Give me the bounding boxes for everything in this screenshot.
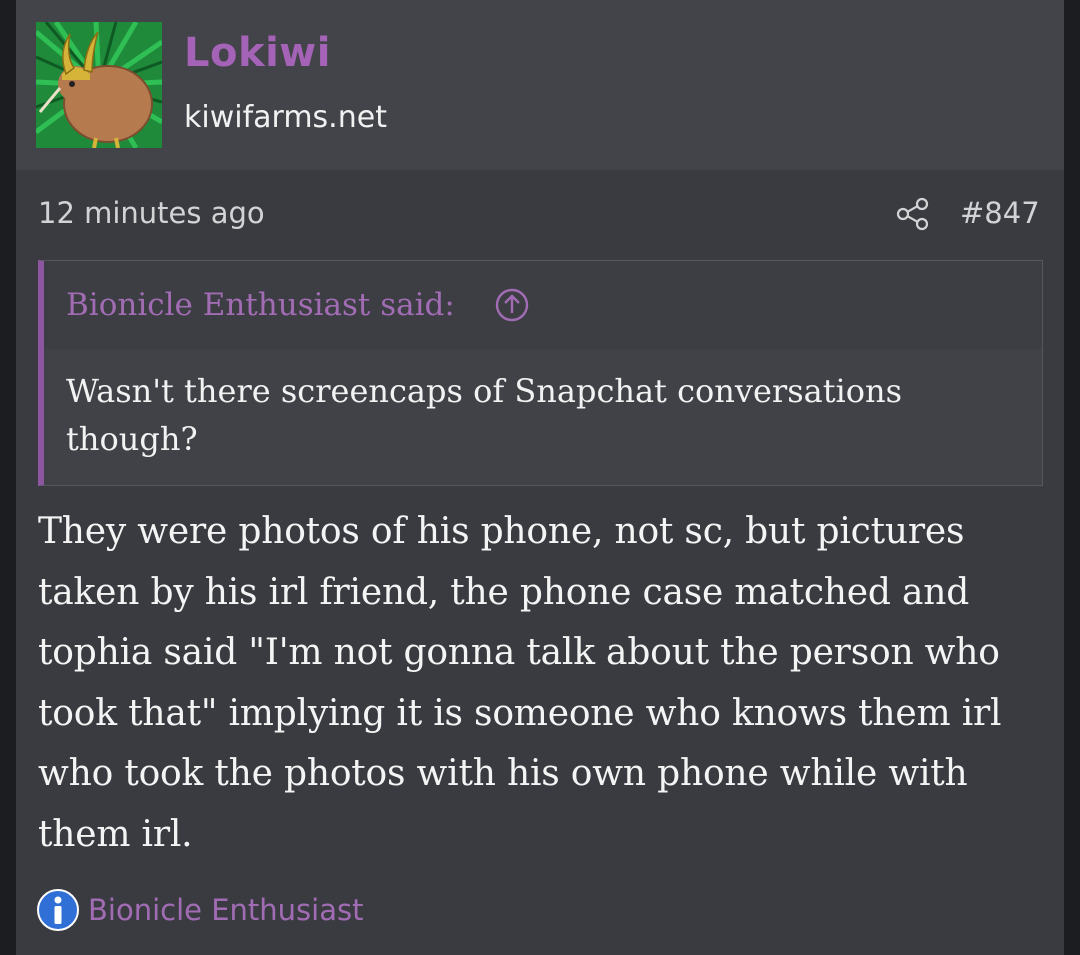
- kiwi-avatar-icon: [36, 22, 162, 148]
- user-avatar[interactable]: [36, 22, 162, 148]
- post-timestamp[interactable]: 12 minutes ago: [38, 196, 265, 230]
- forum-post: Lokiwi kiwifarms.net 12 minutes ago #847…: [16, 0, 1064, 955]
- info-icon: [36, 888, 80, 932]
- quote-header: Bionicle Enthusiast said:: [44, 261, 1042, 349]
- reaction-user-link[interactable]: Bionicle Enthusiast: [88, 893, 363, 927]
- post-body: They were photos of his phone, not sc, b…: [38, 511, 1002, 855]
- quote-text: Wasn't there screencaps of Snapchat conv…: [66, 372, 903, 458]
- share-icon[interactable]: [896, 197, 930, 231]
- quote-author-link[interactable]: Bionicle Enthusiast said:: [66, 287, 455, 323]
- author-username[interactable]: Lokiwi: [184, 30, 331, 76]
- author-site: kiwifarms.net: [184, 100, 387, 135]
- post-header: Lokiwi kiwifarms.net: [16, 0, 1064, 170]
- arrow-up-circle-icon[interactable]: [494, 287, 530, 323]
- reactions-bar[interactable]: Bionicle Enthusiast: [36, 888, 363, 932]
- post-number-link[interactable]: #847: [960, 196, 1040, 230]
- quote-block: Bionicle Enthusiast said: Wasn't there s…: [38, 260, 1043, 486]
